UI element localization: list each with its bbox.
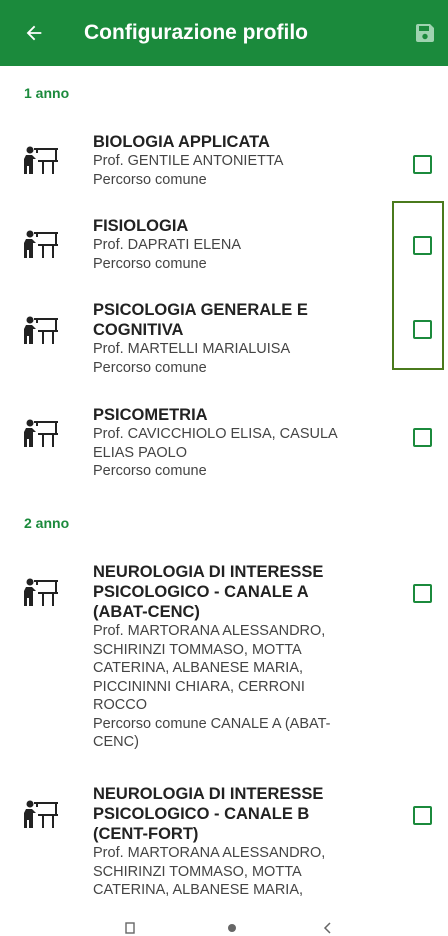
recents-icon[interactable] bbox=[120, 922, 140, 936]
teacher-at-board-icon bbox=[24, 578, 58, 606]
section-header-1-anno: 1 anno bbox=[24, 85, 70, 101]
course-text: PSICOMETRIA Prof. CAVICCHIOLO ELISA, CAS… bbox=[93, 405, 373, 481]
app-bar: Configurazione profilo bbox=[0, 0, 448, 66]
course-checkbox[interactable] bbox=[413, 584, 432, 603]
teacher-at-board-icon bbox=[24, 800, 58, 828]
course-professors: Prof. MARTORANA ALESSANDRO, SCHIRINZI TO… bbox=[93, 623, 326, 713]
course-checkbox[interactable] bbox=[413, 428, 432, 447]
course-professors: Prof. MARTORANA ALESSANDRO, SCHIRINZI TO… bbox=[93, 845, 326, 898]
course-professors: Prof. MARTELLI MARIALUISA bbox=[93, 341, 291, 357]
course-text: NEUROLOGIA DI INTERESSE PSICOLOGICO - CA… bbox=[93, 562, 373, 752]
save-button[interactable] bbox=[402, 0, 448, 66]
course-text: PSICOLOGIA GENERALE E COGNITIVA Prof. MA… bbox=[93, 300, 373, 377]
course-path: Percorso comune CANALE A (ABAT-CENC) bbox=[93, 715, 331, 751]
course-path: Percorso comune bbox=[93, 255, 207, 272]
page-title: Configurazione profilo bbox=[84, 21, 308, 44]
course-professors: Prof. CAVICCHIOLO ELISA, CASULA ELIAS PA… bbox=[93, 426, 337, 461]
course-path: Percorso comune bbox=[93, 463, 207, 479]
course-professors: Prof. DAPRATI ELENA bbox=[93, 237, 241, 253]
course-text: FISIOLOGIA Prof. DAPRATI ELENA Percorso … bbox=[93, 216, 373, 273]
back-icon[interactable] bbox=[318, 922, 338, 936]
teacher-at-board-icon bbox=[24, 230, 58, 258]
course-name: FISIOLOGIA bbox=[93, 217, 189, 235]
course-professors: Prof. GENTILE ANTONIETTA bbox=[93, 153, 284, 169]
course-text: NEUROLOGIA DI INTERESSE PSICOLOGICO - CA… bbox=[93, 784, 373, 900]
back-button[interactable] bbox=[6, 0, 62, 66]
course-path: Percorso comune bbox=[93, 359, 207, 376]
course-name: PSICOMETRIA bbox=[93, 406, 208, 424]
teacher-at-board-icon bbox=[24, 419, 58, 447]
home-icon[interactable] bbox=[222, 922, 242, 936]
course-name: BIOLOGIA APPLICATA bbox=[93, 133, 270, 151]
course-name: NEUROLOGIA DI INTERESSE PSICOLOGICO - CA… bbox=[93, 785, 324, 843]
checkbox-highlight-frame bbox=[392, 201, 444, 370]
arrow-left-icon bbox=[26, 25, 42, 41]
course-text: BIOLOGIA APPLICATA Prof. GENTILE ANTONIE… bbox=[93, 132, 373, 189]
course-name: PSICOLOGIA GENERALE E COGNITIVA bbox=[93, 301, 308, 339]
section-header-2-anno: 2 anno bbox=[24, 515, 70, 531]
system-nav-bar bbox=[0, 918, 448, 935]
floppy-disk-icon bbox=[416, 24, 434, 42]
teacher-at-board-icon bbox=[24, 146, 58, 174]
course-checkbox[interactable] bbox=[413, 155, 432, 174]
course-checkbox[interactable] bbox=[413, 806, 432, 825]
course-path: Percorso comune bbox=[93, 171, 207, 188]
teacher-at-board-icon bbox=[24, 316, 58, 344]
course-name: NEUROLOGIA DI INTERESSE PSICOLOGICO - CA… bbox=[93, 563, 324, 621]
